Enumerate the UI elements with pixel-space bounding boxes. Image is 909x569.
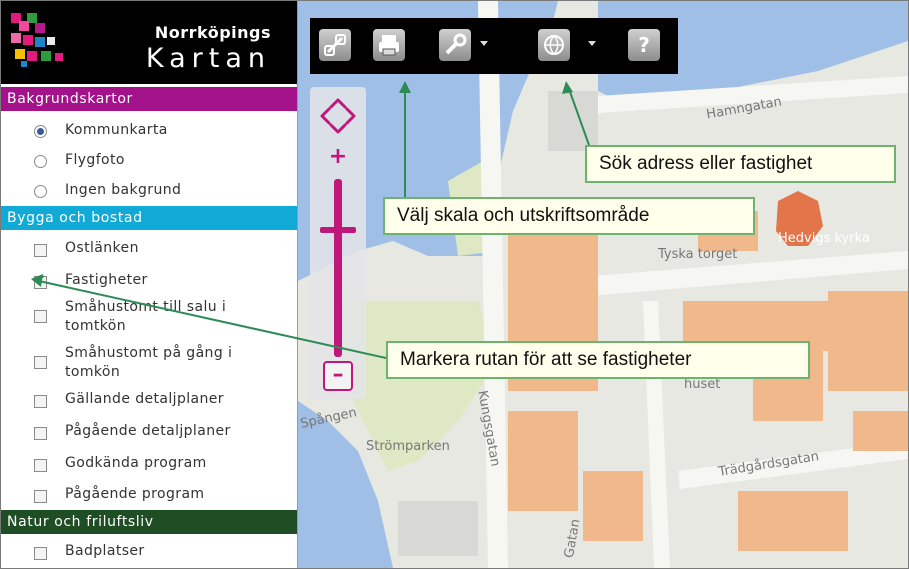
screenshot-frame: Norrköpings Kartan Bakgrundskartor Kommu…: [0, 0, 909, 569]
callout-scale: Välj skala och utskriftsområde: [383, 197, 755, 235]
callout-mark: Markera rutan för att se fastigheter: [386, 341, 810, 379]
callout-search: Sök adress eller fastighet: [585, 145, 896, 183]
callout-pointers: [31, 81, 590, 359]
